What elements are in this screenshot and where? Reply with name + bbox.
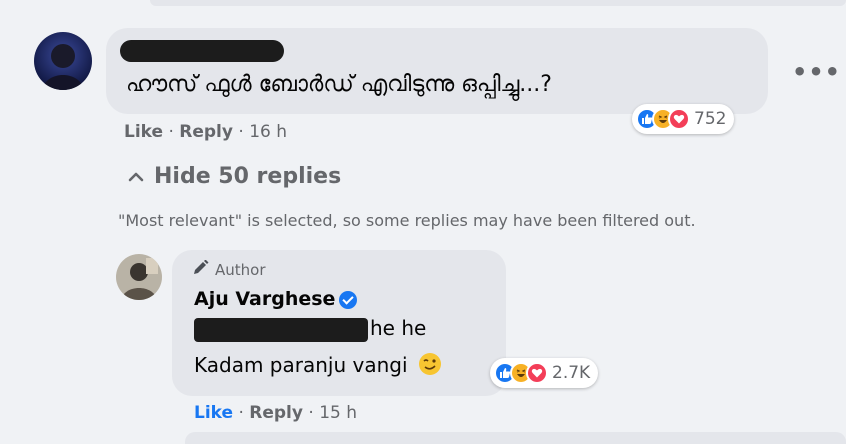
commenter-avatar[interactable] — [34, 32, 92, 90]
comment-like-link[interactable]: Like — [124, 122, 163, 142]
comment-text: ഹൗസ് ഫുൾ ബോർഡ് എവിടുന്നു ഒപ്പിച്ചു...? — [126, 72, 552, 97]
filter-notice: "Most relevant" is selected, so some rep… — [118, 211, 696, 230]
reply-reply-link[interactable]: Reply — [249, 403, 303, 423]
next-reply-edge — [185, 432, 846, 444]
reply-reactions[interactable]: 2.7K — [490, 358, 599, 388]
comment-actions: Like · Reply · 16 h — [124, 122, 287, 142]
reply-author-name[interactable]: Aju Varghese — [194, 288, 358, 310]
chevron-up-icon — [128, 164, 144, 189]
comment-reaction-count: 752 — [694, 109, 727, 129]
redacted-commenter-name — [120, 40, 284, 62]
reply-reaction-count: 2.7K — [552, 363, 591, 383]
author-badge: Author — [192, 259, 266, 280]
love-icon — [526, 362, 548, 384]
comment-reply-link[interactable]: Reply — [179, 122, 233, 142]
comment-timestamp[interactable]: 16 h — [249, 122, 287, 142]
verified-icon — [339, 290, 358, 309]
hide-replies-button[interactable]: Hide 50 replies — [128, 164, 341, 189]
love-icon — [668, 108, 690, 130]
comment-reactions[interactable]: 752 — [632, 104, 735, 134]
author-badge-label: Author — [215, 261, 266, 279]
pencil-icon — [192, 259, 210, 280]
author-avatar[interactable] — [116, 254, 162, 300]
reply-actions: Like · Reply · 15 h — [194, 403, 357, 423]
reply-text-line1: he he — [370, 316, 427, 340]
more-options-icon[interactable]: ••• — [792, 58, 841, 86]
comment-bubble: ഹൗസ് ഫുൾ ബോർഡ് എവിടുന്നു ഒപ്പിച്ചു...? — [106, 28, 768, 114]
hide-replies-label: Hide 50 replies — [154, 164, 342, 189]
previous-comment-edge — [150, 0, 846, 6]
wink-emoji-icon — [418, 352, 442, 381]
reply-like-link[interactable]: Like — [194, 403, 233, 423]
reply-bubble: Author Aju Varghese he he Kadam paranju … — [172, 250, 506, 396]
reply-timestamp[interactable]: 15 h — [319, 403, 357, 423]
reply-text-line2: Kadam paranju vangi — [194, 352, 442, 381]
redacted-mention — [194, 318, 368, 342]
